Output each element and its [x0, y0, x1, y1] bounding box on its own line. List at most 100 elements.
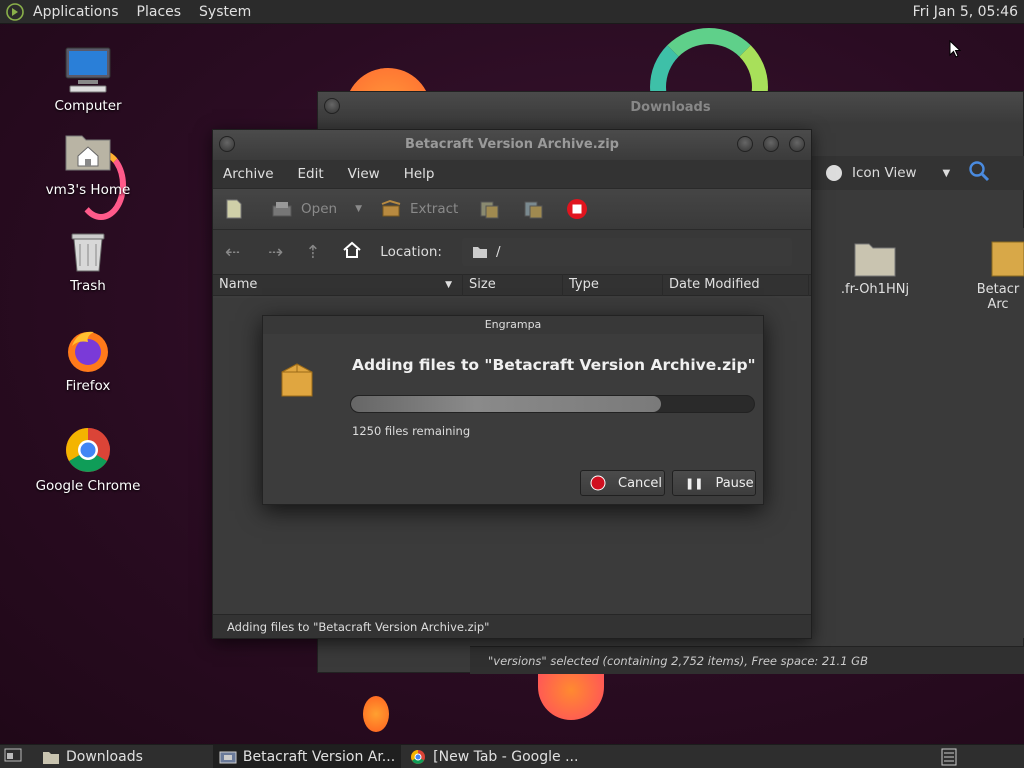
archive-box-icon	[279, 360, 315, 404]
folder-icon	[43, 751, 59, 764]
location-bar: ⇠ ⇢ ⇡ Location: /	[213, 230, 811, 274]
add-files-icon	[480, 201, 499, 219]
column-name[interactable]: Name ▼	[213, 274, 463, 296]
wallpaper-blob	[363, 696, 389, 732]
desktop-icon-computer[interactable]: Computer	[28, 46, 148, 114]
window-title: Betacraft Version Archive.zip	[405, 137, 619, 152]
extract-button[interactable]: Extract	[380, 198, 458, 220]
stop-icon	[567, 199, 588, 219]
desktop-icon-label: Trash	[70, 278, 106, 294]
trash-icon	[64, 226, 112, 274]
view-icon	[826, 165, 842, 181]
files-remaining: 1250 files remaining	[352, 424, 471, 438]
chevron-down-icon[interactable]: ▼	[355, 204, 362, 214]
column-name-label: Name	[219, 277, 258, 292]
location-value: /	[495, 244, 501, 260]
mate-logo-icon[interactable]	[6, 2, 24, 21]
workspace-switcher-icon[interactable]	[940, 748, 958, 768]
progress-dialog[interactable]: Engrampa Adding files to "Betacraft Vers…	[262, 315, 764, 505]
view-mode-select[interactable]: Icon View	[852, 165, 917, 181]
home-icon[interactable]	[342, 240, 362, 264]
up-arrow-icon[interactable]: ⇡	[305, 242, 320, 263]
progress-bar	[350, 395, 755, 413]
desktop-icon-label: Firefox	[65, 378, 111, 394]
menu-applications[interactable]: Applications	[24, 0, 128, 24]
add-files-button[interactable]	[478, 198, 508, 220]
minimize-button[interactable]	[737, 136, 753, 152]
open-button[interactable]: Open ▼	[271, 198, 362, 220]
top-panel: Applications Places System Fri Jan 5, 05…	[0, 0, 1024, 24]
downloads-toolbar: Icon View ▼	[812, 156, 1024, 190]
extract-label: Extract	[409, 201, 459, 217]
desktop-icon-label: vm3's Home	[45, 182, 131, 198]
taskbar-item-chrome[interactable]: [New Tab - Google ...	[403, 745, 584, 768]
computer-icon	[64, 46, 112, 94]
downloads-file-pane: .fr-Oh1HNj Betacr Arc	[812, 228, 1024, 638]
extract-icon	[381, 199, 401, 217]
file-item[interactable]: Betacr Arc	[968, 238, 1024, 312]
cancel-button[interactable]: Cancel	[580, 470, 665, 496]
engrampa-statusbar: Adding files to "Betacraft Version Archi…	[213, 614, 811, 638]
location-label: Location:	[380, 244, 442, 260]
new-document-icon	[226, 199, 242, 219]
taskbar-item-label: Betacraft Version Ar...	[242, 748, 396, 765]
maximize-button[interactable]	[763, 136, 779, 152]
firefox-icon	[64, 326, 112, 374]
file-item-label: Betacr Arc	[976, 282, 1020, 312]
new-archive-button[interactable]	[223, 198, 253, 220]
taskbar: Downloads Betacraft Version Ar... [New T…	[0, 744, 1024, 768]
dialog-heading: Adding files to "Betacraft Version Archi…	[352, 356, 756, 374]
close-button[interactable]	[789, 136, 805, 152]
menu-places[interactable]: Places	[128, 0, 191, 24]
file-item[interactable]: .fr-Oh1HNj	[830, 238, 920, 297]
downloads-statusbar: "versions" selected (containing 2,752 it…	[470, 646, 1024, 674]
menu-system[interactable]: System	[190, 0, 260, 24]
open-archive-icon	[272, 202, 292, 217]
desktop-icon-label: Google Chrome	[35, 478, 141, 494]
archive-icon	[991, 241, 1024, 277]
toolbar: Open ▼ Extract	[213, 188, 811, 230]
search-icon[interactable]	[968, 160, 990, 186]
desktop-icon-home[interactable]: vm3's Home	[28, 130, 148, 198]
archive-manager-icon	[219, 751, 237, 763]
menubar: Archive Edit View Help	[213, 160, 811, 188]
home-folder-icon	[64, 130, 112, 178]
forward-arrow-icon[interactable]: ⇢	[268, 242, 283, 263]
chevron-down-icon[interactable]: ▼	[943, 168, 951, 179]
desktop-icon-firefox[interactable]: Firefox	[28, 326, 148, 394]
column-size[interactable]: Size	[463, 274, 563, 296]
desktop-icon-trash[interactable]: Trash	[28, 226, 148, 294]
taskbar-item-downloads[interactable]: Downloads	[36, 745, 149, 768]
back-arrow-icon[interactable]: ⇠	[225, 242, 240, 263]
menu-archive[interactable]: Archive	[213, 166, 284, 182]
show-desktop-icon[interactable]	[4, 747, 22, 767]
folder-icon	[472, 247, 487, 258]
column-type[interactable]: Type	[563, 274, 663, 296]
location-field[interactable]: /	[461, 238, 792, 266]
column-date-modified[interactable]: Date Modified	[663, 274, 809, 296]
window-menu-button[interactable]	[324, 98, 340, 114]
pause-button[interactable]: ❚❚ Pause	[672, 470, 756, 496]
taskbar-item-label: Downloads	[66, 748, 143, 765]
folder-icon	[854, 243, 896, 277]
column-headers: Name ▼ Size Type Date Modified	[213, 274, 811, 296]
dialog-title: Engrampa	[263, 316, 763, 334]
downloads-window-title: Downloads	[318, 92, 1023, 124]
menu-help[interactable]: Help	[394, 166, 445, 182]
window-menu-button[interactable]	[219, 136, 235, 152]
pause-label: Pause	[715, 475, 754, 491]
desktop-icon-chrome[interactable]: Google Chrome	[28, 426, 148, 494]
add-folder-button[interactable]	[522, 198, 552, 220]
cancel-icon	[590, 475, 606, 491]
progress-bar-fill	[351, 396, 662, 412]
desktop-icon-label: Computer	[54, 98, 122, 114]
stop-button[interactable]	[566, 198, 596, 220]
mouse-pointer-icon	[949, 39, 962, 62]
taskbar-item-engrampa[interactable]: Betacraft Version Ar...	[212, 744, 402, 768]
panel-clock[interactable]: Fri Jan 5, 05:46	[913, 0, 1018, 24]
cancel-label: Cancel	[618, 475, 663, 491]
chrome-icon	[411, 749, 426, 764]
sort-chevron-icon: ▼	[445, 280, 452, 290]
menu-edit[interactable]: Edit	[288, 166, 334, 182]
menu-view[interactable]: View	[338, 166, 390, 182]
